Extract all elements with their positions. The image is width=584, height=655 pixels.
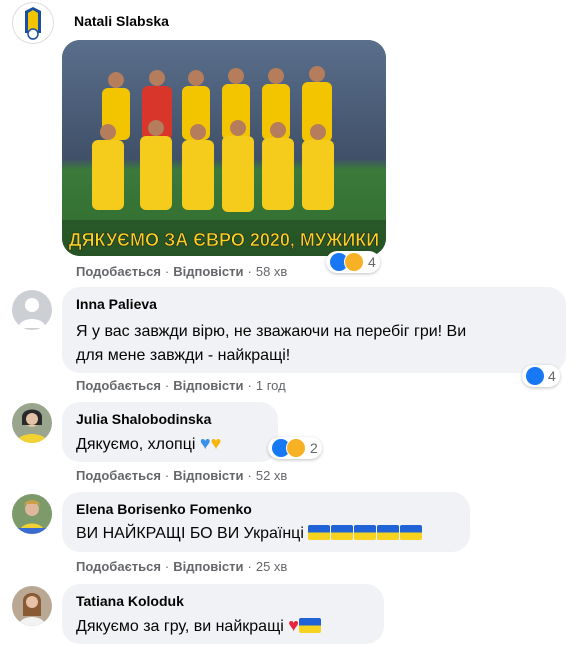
yellow-heart-icon: ♥ <box>210 433 222 453</box>
user-photo <box>16 409 48 443</box>
reaction-summary[interactable]: 2 <box>268 437 322 459</box>
timestamp[interactable]: 52 хв <box>256 468 287 483</box>
ukraine-flag-icon <box>331 525 354 540</box>
comment-bubble: Tatiana Koloduk Дякуємо за гру, ви найкр… <box>62 584 384 644</box>
blue-heart-icon: ♥ <box>199 433 211 453</box>
reply-link[interactable]: Відповісти <box>173 264 243 279</box>
comment-image[interactable]: ДЯКУЄМО ЗА ЄВРО 2020, МУЖИКИ <box>62 40 386 256</box>
image-caption: ДЯКУЄМО ЗА ЄВРО 2020, МУЖИКИ <box>69 230 379 250</box>
reply-link[interactable]: Відповісти <box>173 559 243 574</box>
comment-actions: Подобається · Відповісти · 58 хв <box>76 264 288 279</box>
avatar-tatiana[interactable] <box>12 586 52 626</box>
avatar-julia[interactable] <box>12 403 52 443</box>
ukraine-flag-icon <box>377 525 400 540</box>
comment-actions: Подобається · Відповісти · 25 хв <box>76 559 288 574</box>
ukraine-flag-icon <box>298 618 321 633</box>
logo-icon <box>25 7 41 40</box>
comment-actions: Подобається · Відповісти · 52 хв <box>76 468 288 483</box>
avatar-elena[interactable] <box>12 494 52 534</box>
comment-actions: Подобається · Відповісти · 1 год <box>76 378 286 393</box>
default-avatar-icon <box>18 298 46 328</box>
care-reaction-icon <box>344 252 364 272</box>
comment-text: Дякуємо, хлопці ♥♥ <box>76 433 222 453</box>
like-link[interactable]: Подобається <box>76 559 161 574</box>
timestamp[interactable]: 1 год <box>256 378 286 393</box>
reaction-summary[interactable]: 4 <box>326 251 380 273</box>
commenter-name[interactable]: Inna Palieva <box>76 296 157 312</box>
ukraine-flag-icon <box>354 525 377 540</box>
reaction-count: 4 <box>368 254 376 270</box>
timestamp[interactable]: 58 хв <box>256 264 287 279</box>
comment-text-line-2: для мене завжди - найкращі! <box>76 347 291 364</box>
avatar-natali[interactable] <box>12 2 54 44</box>
reaction-count: 4 <box>548 368 556 384</box>
user-photo <box>12 500 52 534</box>
comment-text: Дякуємо за гру, ви найкращі ♥ <box>76 613 322 639</box>
like-link[interactable]: Подобається <box>76 468 161 483</box>
comment-bubble: Inna Palieva Я у вас завжди вірю, не зва… <box>62 287 566 373</box>
commenter-name[interactable]: Natali Slabska <box>74 13 169 29</box>
commenter-name[interactable]: Julia Shalobodinska <box>76 411 211 427</box>
like-reaction-icon <box>526 367 544 385</box>
comment-bubble: Julia Shalobodinska Дякуємо, хлопці ♥♥ <box>62 402 278 462</box>
like-link[interactable]: Подобається <box>76 264 161 279</box>
reaction-summary[interactable]: 4 <box>522 365 560 387</box>
comment-text: ВИ НАЙКРАЩІ БО ВИ Українці <box>76 521 423 546</box>
reaction-count: 2 <box>310 440 318 456</box>
care-reaction-icon <box>286 438 306 458</box>
commenter-name[interactable]: Tatiana Koloduk <box>76 593 184 609</box>
ukraine-flag-icon <box>400 525 423 540</box>
team-photo: ДЯКУЄМО ЗА ЄВРО 2020, МУЖИКИ <box>62 40 386 256</box>
comment-bubble: Elena Borisenko Fomenko ВИ НАЙКРАЩІ БО В… <box>62 492 470 552</box>
ukraine-flag-icon <box>308 525 331 540</box>
red-heart-icon: ♥ <box>288 615 299 635</box>
reply-link[interactable]: Відповісти <box>173 468 243 483</box>
commenter-name[interactable]: Elena Borisenko Fomenko <box>76 501 252 517</box>
timestamp[interactable]: 25 хв <box>256 559 287 574</box>
comment-text-line-1: Я у вас завжди вірю, не зважаючи на пере… <box>76 323 467 340</box>
avatar-inna[interactable] <box>12 290 52 330</box>
like-link[interactable]: Подобається <box>76 378 161 393</box>
reply-link[interactable]: Відповісти <box>173 378 243 393</box>
user-photo <box>18 593 46 626</box>
